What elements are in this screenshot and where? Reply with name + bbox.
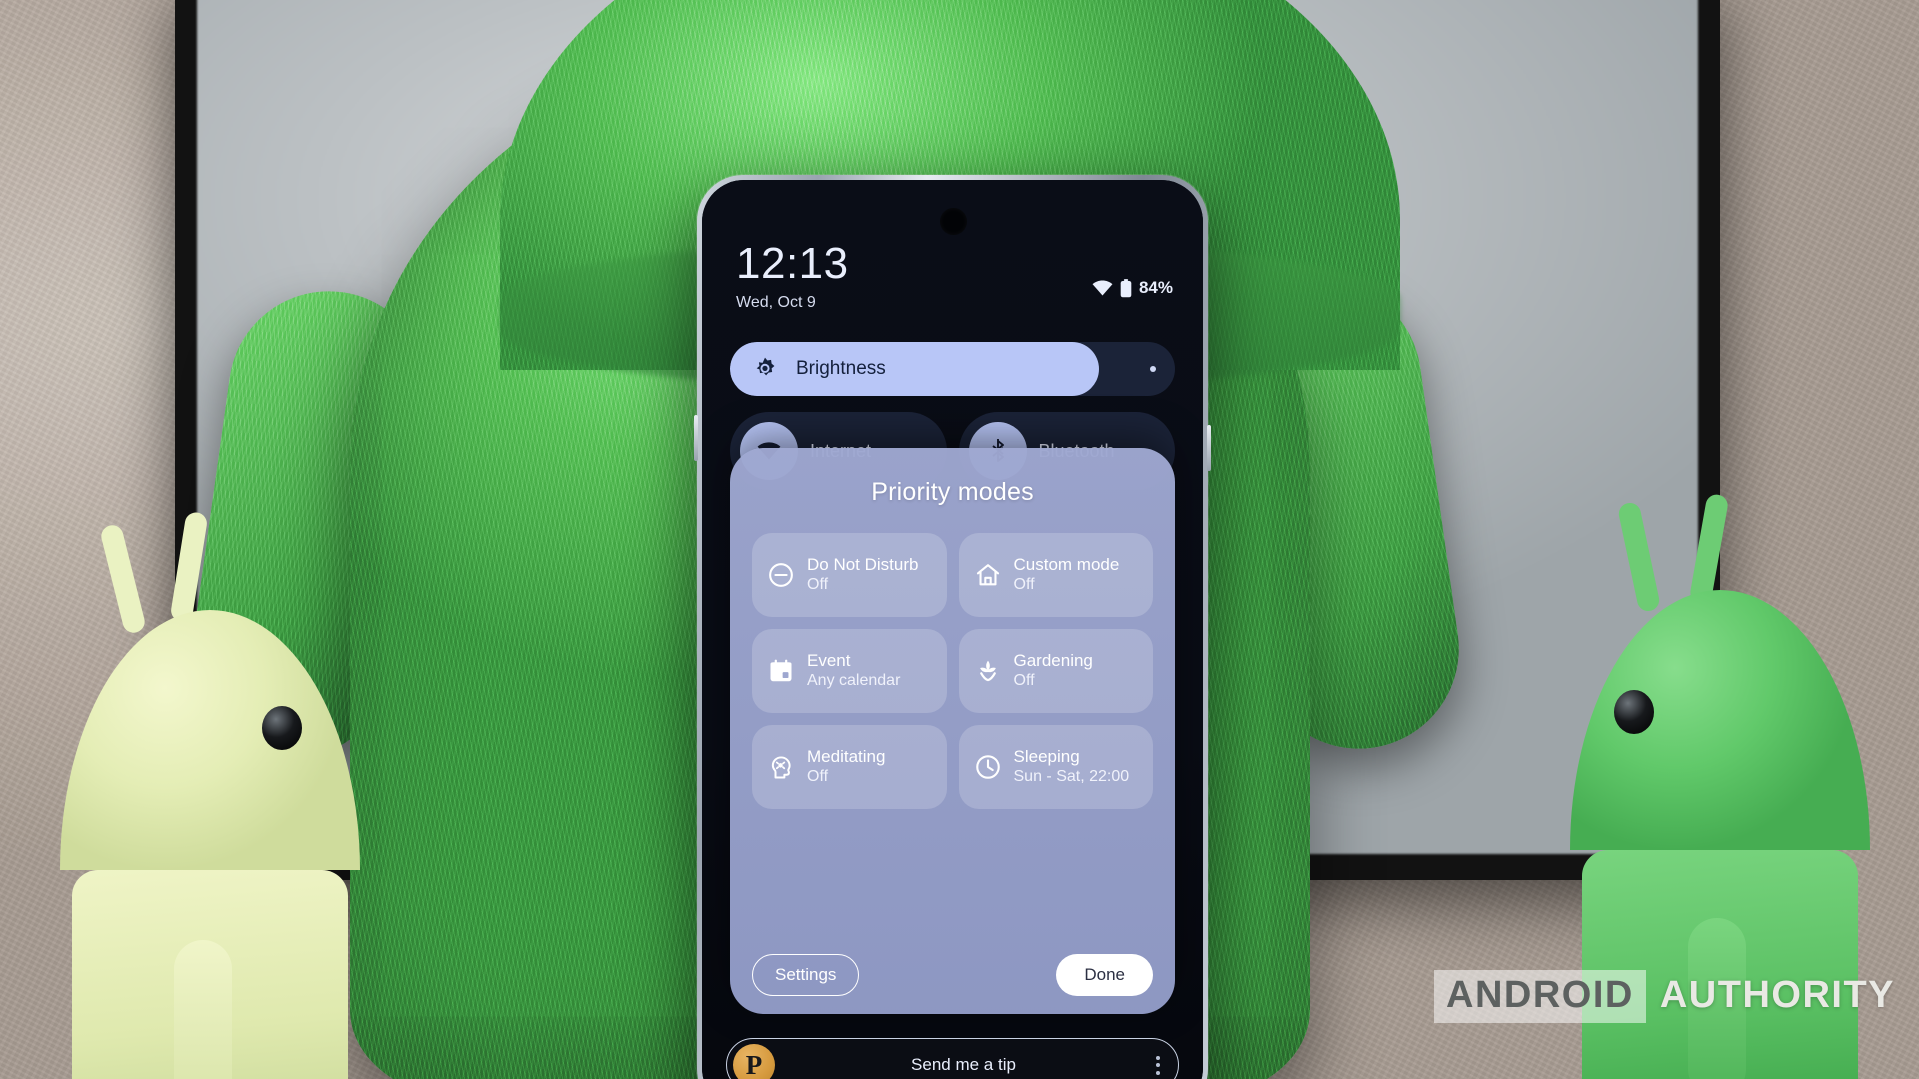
figurine-right-head [1570, 590, 1870, 850]
watermark-authority: AUTHORITY [1659, 974, 1895, 1016]
dialog-title: Priority modes [871, 478, 1034, 506]
front-camera-punch-hole [939, 208, 967, 235]
battery-icon [1120, 278, 1132, 297]
mode-text: Gardening Off [1014, 650, 1093, 692]
mode-text: Custom mode Off [1014, 554, 1120, 596]
priority-modes-dialog: Priority modes Do Not Disturb Off Custom… [730, 448, 1175, 1014]
settings-button[interactable]: Settings [752, 954, 860, 996]
figurine-right-eye [1614, 690, 1654, 734]
watermark-android: ANDROID [1434, 970, 1646, 1023]
mode-tile-sleeping[interactable]: Sleeping Sun - Sat, 22:00 [958, 725, 1153, 809]
mode-name: Meditating [807, 746, 886, 766]
brightness-slider-fill [730, 342, 1100, 396]
wifi-icon [1092, 280, 1113, 296]
brightness-label: Brightness [796, 358, 886, 379]
mode-name: Gardening [1013, 650, 1093, 670]
brightness-icon [756, 357, 775, 376]
notification-title: Send me a tip [911, 1055, 1016, 1074]
mode-status: Off [807, 768, 829, 786]
done-button[interactable]: Done [1056, 954, 1153, 996]
mode-status: Sun - Sat, 22:00 [1013, 768, 1130, 786]
dialog-actions: Settings Done [752, 938, 1153, 996]
clock-time: 12:13 [736, 239, 849, 288]
brightness-end-dot [1150, 366, 1156, 372]
battery-percent-label: 84% [1138, 278, 1173, 297]
mode-name: Event [807, 650, 851, 670]
phone-screen: 12:13 Wed, Oct 9 84% Brightness Priority… [702, 180, 1203, 1079]
paypal-icon: P [733, 1044, 775, 1079]
calendar-icon [766, 656, 796, 686]
lock-clock: 12:13 Wed, Oct 9 [736, 242, 849, 312]
mode-name: Sleeping [1013, 746, 1080, 766]
mode-tile-gardening[interactable]: Gardening Off [958, 629, 1153, 713]
mode-tile-do-not-disturb[interactable]: Do Not Disturb Off [752, 533, 947, 617]
android-figurine-left [60, 510, 360, 1079]
home-icon [973, 560, 1003, 590]
phone-device: 12:13 Wed, Oct 9 84% Brightness Priority… [694, 175, 1211, 1079]
mode-status: Off [1013, 576, 1035, 594]
plant-icon [973, 656, 1003, 686]
mode-text: Sleeping Sun - Sat, 22:00 [1014, 746, 1130, 788]
mode-status: Off [807, 576, 829, 594]
mode-tile-custom-mode[interactable]: Custom mode Off [958, 533, 1153, 617]
mode-name: Custom mode [1013, 554, 1120, 574]
figurine-left-head [60, 610, 360, 870]
mode-name: Do Not Disturb [807, 554, 919, 574]
mode-text: Event Any calendar [807, 650, 900, 692]
priority-modes-grid: Do Not Disturb Off Custom mode Off Event… [752, 533, 1153, 809]
mode-text: Meditating Off [807, 746, 885, 788]
mode-text: Do Not Disturb Off [807, 554, 918, 596]
volume-button[interactable] [694, 415, 698, 461]
power-button[interactable] [1207, 425, 1211, 471]
brightness-slider[interactable]: Brightness [730, 342, 1175, 396]
mode-tile-event[interactable]: Event Any calendar [752, 629, 947, 713]
notification-send-me-a-tip[interactable]: P Send me a tip [726, 1038, 1179, 1079]
overflow-menu-icon[interactable] [1152, 1055, 1164, 1075]
status-bar-right: 84% [1092, 278, 1173, 298]
do-not-disturb-icon [766, 560, 796, 590]
clock-date: Wed, Oct 9 [736, 294, 816, 311]
screenshot-scene: OL [0, 0, 1919, 1079]
mode-tile-meditating[interactable]: Meditating Off [752, 725, 947, 809]
meditation-head-icon [766, 752, 796, 782]
mode-status: Any calendar [807, 672, 901, 690]
android-authority-watermark: ANDROID AUTHORITY [1434, 970, 1895, 1023]
clock-icon [973, 752, 1003, 782]
figurine-left-eye [262, 706, 302, 750]
figurine-left-arm [174, 940, 232, 1079]
mode-status: Off [1013, 672, 1035, 690]
